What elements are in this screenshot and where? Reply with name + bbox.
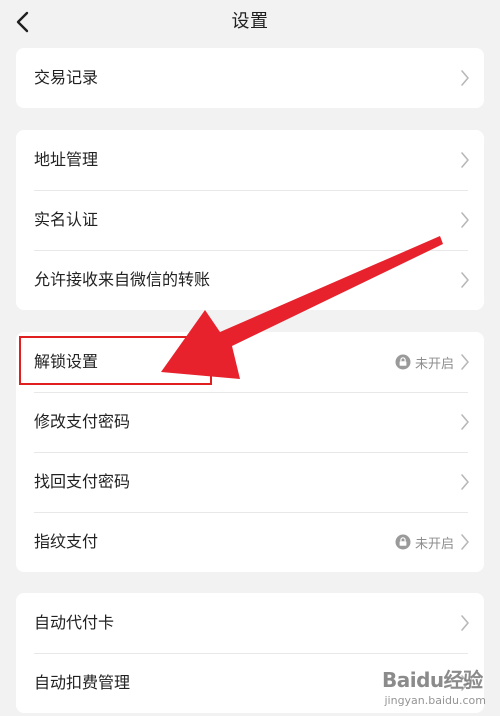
chevron-right-icon [461, 152, 469, 168]
settings-item-address-management[interactable]: 地址管理 [16, 130, 484, 190]
status-indicator: 未开启 [395, 351, 454, 373]
status-text: 未开启 [414, 536, 454, 552]
chevron-right-icon [461, 414, 469, 430]
settings-item-fingerprint-payment[interactable]: 指纹支付 未开启 [16, 512, 484, 572]
settings-group-payment-security: 解锁设置 未开启 修改支付密码 找回支付密码 指纹支付 未开启 [16, 332, 484, 572]
settings-item-label: 实名认证 [34, 210, 99, 229]
settings-item-label: 允许接收来自微信的转账 [34, 270, 211, 289]
settings-item-change-payment-password[interactable]: 修改支付密码 [16, 392, 484, 452]
settings-item-label: 解锁设置 [34, 352, 99, 371]
settings-item-label: 交易记录 [34, 68, 99, 87]
chevron-right-icon [461, 212, 469, 228]
settings-item-auto-proxy-card[interactable]: 自动代付卡 [16, 593, 484, 653]
lock-icon [395, 534, 411, 550]
settings-item-unlock-settings[interactable]: 解锁设置 未开启 [16, 332, 484, 392]
chevron-right-icon [461, 70, 469, 86]
settings-item-label: 找回支付密码 [34, 472, 131, 491]
page-title: 设置 [231, 11, 269, 32]
chevron-right-icon [461, 534, 469, 550]
settings-group-auto-payment: 自动代付卡 自动扣费管理 [16, 593, 484, 713]
settings-item-label: 地址管理 [34, 150, 99, 169]
settings-group-records: 交易记录 [16, 48, 484, 108]
chevron-right-icon [461, 272, 469, 288]
lock-icon [395, 354, 411, 370]
settings-item-real-name-verification[interactable]: 实名认证 [16, 190, 484, 250]
settings-item-label: 自动扣费管理 [34, 673, 131, 692]
settings-item-auto-deduction-management[interactable]: 自动扣费管理 [16, 653, 484, 713]
settings-group-account: 地址管理 实名认证 允许接收来自微信的转账 [16, 130, 484, 310]
settings-item-recover-payment-password[interactable]: 找回支付密码 [16, 452, 484, 512]
settings-item-allow-wechat-transfer[interactable]: 允许接收来自微信的转账 [16, 250, 484, 310]
status-indicator: 未开启 [395, 531, 454, 553]
settings-item-transaction-records[interactable]: 交易记录 [16, 48, 484, 108]
chevron-right-icon [461, 675, 469, 691]
chevron-right-icon [461, 615, 469, 631]
chevron-right-icon [461, 354, 469, 370]
settings-item-label: 自动代付卡 [34, 613, 115, 632]
top-nav-bar: 设置 [0, 0, 500, 44]
chevron-right-icon [461, 474, 469, 490]
status-text: 未开启 [414, 356, 454, 372]
settings-item-label: 修改支付密码 [34, 412, 131, 431]
settings-item-label: 指纹支付 [34, 532, 99, 551]
